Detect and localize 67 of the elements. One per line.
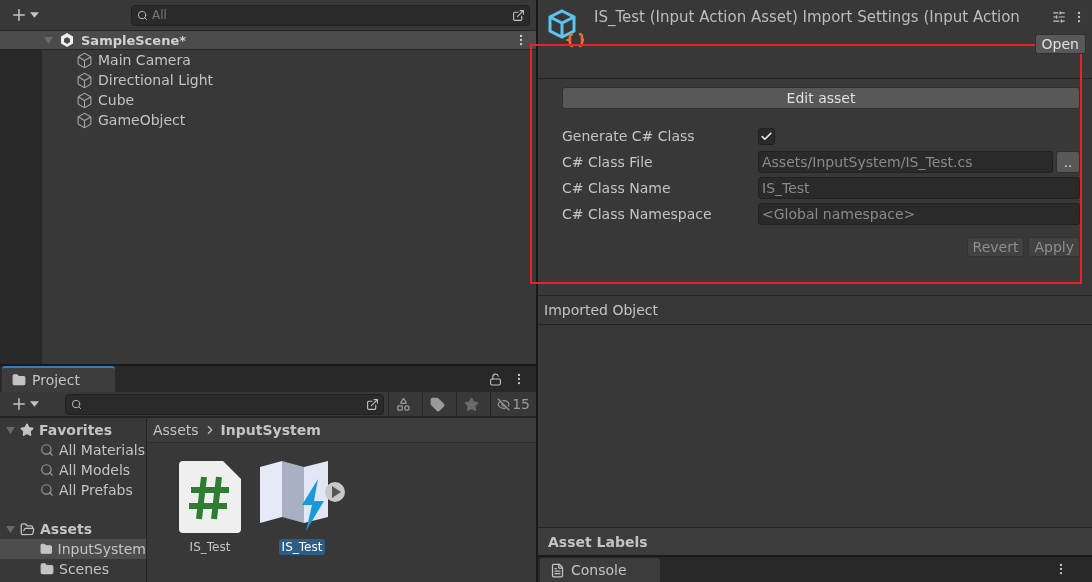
hierarchy-item[interactable]: GameObject — [98, 112, 186, 128]
hierarchy-item[interactable]: Cube — [98, 92, 135, 108]
field-label: C# Class Namespace — [562, 206, 713, 222]
lock-icon[interactable] — [489, 373, 502, 386]
favorites-item[interactable]: Favorites — [39, 422, 113, 438]
field-label: Generate C# Class — [562, 128, 696, 144]
input-field[interactable]: IS_Test — [758, 177, 1080, 199]
breadcrumb-item[interactable]: Assets — [153, 422, 199, 438]
cube-icon — [76, 51, 93, 69]
shapes-icon — [396, 396, 411, 412]
popout-icon[interactable] — [512, 8, 525, 22]
folder-icon — [12, 373, 26, 387]
favorite-search-item[interactable]: All Prefabs — [59, 482, 133, 498]
input-field[interactable]: <Global namespace> — [758, 203, 1080, 225]
section-header[interactable]: Asset Labels — [548, 533, 648, 550]
folder-item[interactable]: InputSystem — [0, 539, 146, 559]
search-icon — [40, 483, 54, 497]
hierarchy-item[interactable]: Main Camera — [98, 52, 191, 68]
inspector-title: IS_Test (Input Action Asset) Import Settings (Input Action — [594, 8, 1021, 26]
favorite-search-item[interactable]: All Materials — [59, 442, 145, 458]
section-header[interactable]: Imported Object — [544, 302, 658, 318]
search-icon — [40, 463, 54, 477]
project-tab[interactable]: Project — [2, 366, 115, 392]
popout-icon[interactable] — [366, 397, 379, 411]
checkbox[interactable] — [758, 127, 775, 145]
file-name[interactable]: IS_Test — [186, 539, 234, 555]
tag-icon — [430, 396, 445, 412]
scene-name: SampleScene* — [81, 32, 186, 48]
console-icon — [550, 562, 565, 578]
edit-asset-button[interactable]: Edit asset — [562, 87, 1080, 109]
file-name[interactable]: IS_Test — [278, 539, 326, 555]
search-icon — [40, 443, 54, 457]
script-file-icon — [179, 461, 241, 533]
search-icon — [137, 9, 148, 21]
plus-icon — [10, 6, 28, 24]
caret-icon — [30, 401, 39, 407]
cube-icon — [76, 71, 93, 89]
caret-icon — [30, 12, 39, 18]
favorite-search-item[interactable]: All Models — [59, 462, 131, 478]
field-label: C# Class Name — [562, 180, 672, 196]
folder-icon — [40, 562, 54, 576]
settings-icon[interactable] — [1052, 10, 1066, 24]
breadcrumb-item[interactable]: InputSystem — [220, 422, 321, 438]
star-icon — [20, 423, 34, 437]
eye-off-icon — [497, 396, 511, 412]
scene-row[interactable]: SampleScene* — [0, 31, 536, 49]
star-icon — [464, 396, 479, 412]
input-asset-icon — [548, 8, 584, 50]
input-actions-icon — [258, 461, 346, 533]
open-button[interactable]: Open — [1034, 34, 1086, 54]
cube-icon — [76, 111, 93, 129]
field-label: C# Class File — [562, 154, 654, 170]
input-field[interactable]: Assets/InputSystem/IS_Test.cs — [758, 151, 1053, 173]
console-tab[interactable]: Console — [540, 558, 660, 582]
check-icon — [760, 129, 773, 143]
plus-icon — [10, 395, 28, 413]
hierarchy-item[interactable]: Directional Light — [98, 72, 214, 88]
assets-folder-item[interactable]: Assets — [40, 521, 93, 537]
folder-icon — [40, 542, 53, 556]
search-field[interactable] — [65, 393, 384, 415]
cube-icon — [76, 91, 93, 109]
browse-button[interactable]: .. — [1056, 151, 1080, 173]
folder-icon — [20, 521, 35, 537]
scene-icon — [59, 32, 75, 48]
search-icon — [71, 398, 82, 410]
folder-item[interactable]: Scenes — [0, 559, 146, 579]
search-field[interactable]: All — [131, 4, 530, 26]
